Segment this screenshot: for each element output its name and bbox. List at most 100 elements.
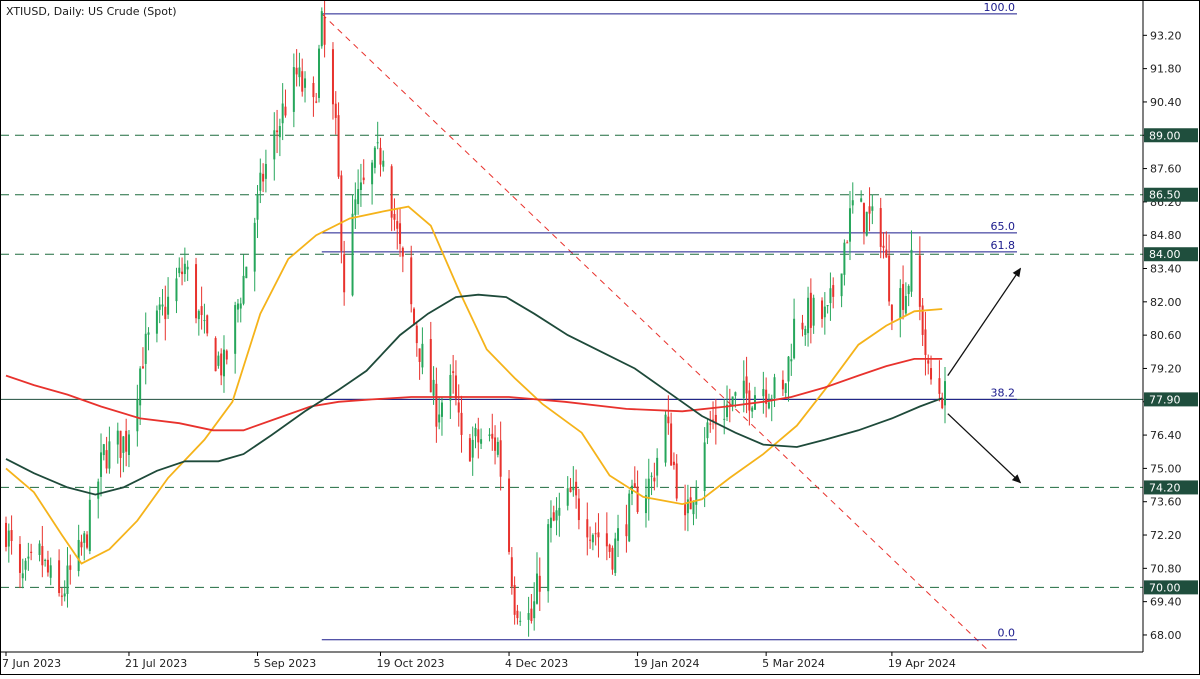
candle-body: [703, 442, 706, 492]
x-tick-label: 7 Jun 2023: [2, 657, 61, 670]
candle-body: [183, 263, 186, 275]
candle-body: [457, 402, 460, 413]
candle-body: [608, 544, 611, 552]
candle-body: [49, 565, 52, 578]
candle-body: [826, 305, 829, 307]
candle-body: [195, 264, 198, 319]
candle-body: [516, 610, 519, 619]
candle-body: [351, 213, 354, 296]
x-tick-label: 19 Apr 2024: [888, 657, 956, 670]
candle-body: [304, 78, 307, 88]
candle-body: [323, 16, 326, 45]
candle-body: [589, 539, 592, 541]
candle-body: [413, 308, 416, 324]
candle-body: [273, 130, 276, 160]
candle-body: [24, 560, 27, 570]
candle-body: [566, 488, 569, 506]
chart-title: XTIUSD, Daily: US Crude (Spot): [6, 5, 177, 18]
candle-body: [477, 429, 480, 443]
candle-body: [823, 306, 826, 318]
candle-body: [222, 349, 225, 377]
candle-body: [781, 379, 784, 390]
candle-body: [337, 115, 340, 177]
candle-body: [527, 613, 530, 620]
candle-body: [206, 315, 209, 334]
y-tick-label: 73.60: [1150, 496, 1182, 509]
x-tick-label: 5 Sep 2023: [254, 657, 317, 670]
candle-body: [670, 423, 673, 466]
candle-body: [281, 103, 284, 124]
candle-body: [499, 440, 502, 477]
candle-body: [80, 541, 83, 548]
candle-body: [871, 206, 874, 211]
candle-body: [809, 292, 812, 328]
candle-body: [155, 310, 158, 334]
candle-body: [116, 430, 119, 445]
candle-body: [181, 271, 184, 275]
y-tick-label: 91.80: [1150, 63, 1182, 76]
candle-body: [549, 517, 552, 528]
candle-body: [5, 522, 7, 547]
candle-body: [220, 353, 223, 376]
candle-body: [628, 493, 631, 542]
candle-body: [793, 318, 796, 359]
candle-body: [415, 325, 418, 344]
candle-body: [790, 359, 793, 362]
candle-body: [745, 376, 748, 394]
candle-body: [435, 383, 438, 427]
candle-body: [100, 452, 103, 477]
y-tick-label: 93.20: [1150, 29, 1182, 42]
candle-body: [840, 273, 843, 297]
y-tick-label: 72.20: [1150, 529, 1182, 542]
candle-body: [88, 499, 91, 552]
candle-body: [664, 414, 667, 463]
candle-body: [614, 538, 617, 573]
candle-body: [723, 418, 726, 420]
candle-body: [731, 396, 734, 405]
candle-body: [10, 530, 13, 542]
candle-body: [334, 103, 337, 118]
candle-body: [684, 504, 687, 516]
candle-body: [555, 510, 558, 521]
candle-body: [105, 450, 108, 469]
candle-body: [144, 333, 147, 364]
candle-body: [888, 255, 891, 302]
y-tick-label: 75.00: [1150, 462, 1182, 475]
candle-body: [572, 487, 575, 491]
candle-body: [38, 543, 41, 555]
candle-body: [862, 203, 865, 233]
candle-body: [460, 412, 463, 435]
candle-body: [594, 533, 597, 535]
y-tick-label: 70.80: [1150, 562, 1182, 575]
candle-body: [868, 206, 871, 214]
candle-body: [491, 433, 494, 439]
candle-body: [513, 585, 516, 615]
y-tick-label: 84.80: [1150, 229, 1182, 242]
candle-body: [689, 497, 692, 510]
candle-body: [879, 208, 882, 247]
candle-body: [924, 329, 927, 355]
candle-body: [829, 288, 832, 304]
candle-body: [379, 147, 382, 165]
candle-body: [438, 414, 441, 423]
candle-body: [860, 198, 863, 202]
candle-body: [452, 371, 455, 373]
candle-body: [846, 242, 849, 244]
candle-body: [242, 275, 245, 304]
fibonacci-level-label: 38.2: [991, 386, 1016, 399]
x-tick-label: 19 Oct 2023: [376, 657, 444, 670]
candle-body: [167, 296, 170, 315]
candle-body: [930, 368, 933, 380]
candle-body: [547, 524, 550, 592]
candle-body: [907, 285, 910, 295]
candle-body: [706, 422, 709, 439]
candle-body: [373, 147, 376, 168]
candle-body: [315, 101, 318, 103]
candle-body: [843, 242, 846, 275]
candle-body: [276, 130, 279, 133]
candle-body: [762, 389, 765, 397]
candle-body: [66, 565, 69, 594]
candle-body: [253, 222, 256, 272]
candle-body: [340, 175, 343, 251]
candle-body: [429, 338, 432, 393]
